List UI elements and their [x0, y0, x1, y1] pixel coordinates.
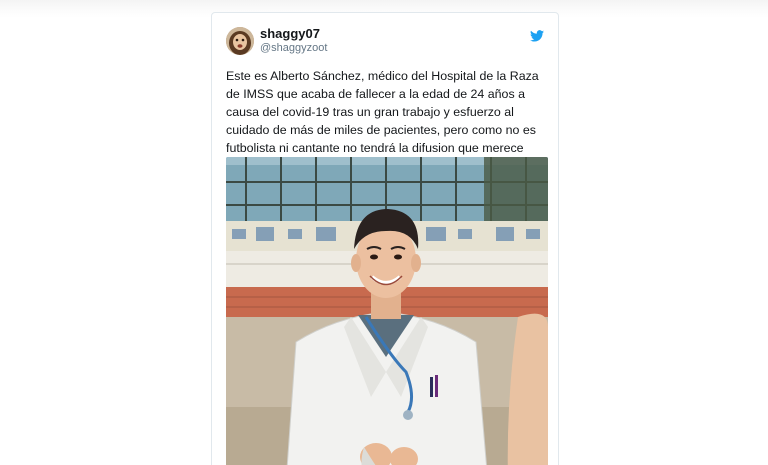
- avatar[interactable]: [226, 27, 254, 55]
- tweet-card[interactable]: shaggy07 @shaggyzoot Este es Alberto Sán…: [211, 12, 559, 465]
- tweet-photo[interactable]: [226, 157, 548, 465]
- twitter-bird-icon[interactable]: [530, 29, 544, 42]
- tweet-text: Este es Alberto Sánchez, médico del Hosp…: [226, 69, 539, 155]
- user-handle[interactable]: @shaggyzoot: [260, 42, 327, 54]
- display-name[interactable]: shaggy07: [260, 26, 320, 41]
- page-background: shaggy07 @shaggyzoot Este es Alberto Sán…: [0, 0, 768, 465]
